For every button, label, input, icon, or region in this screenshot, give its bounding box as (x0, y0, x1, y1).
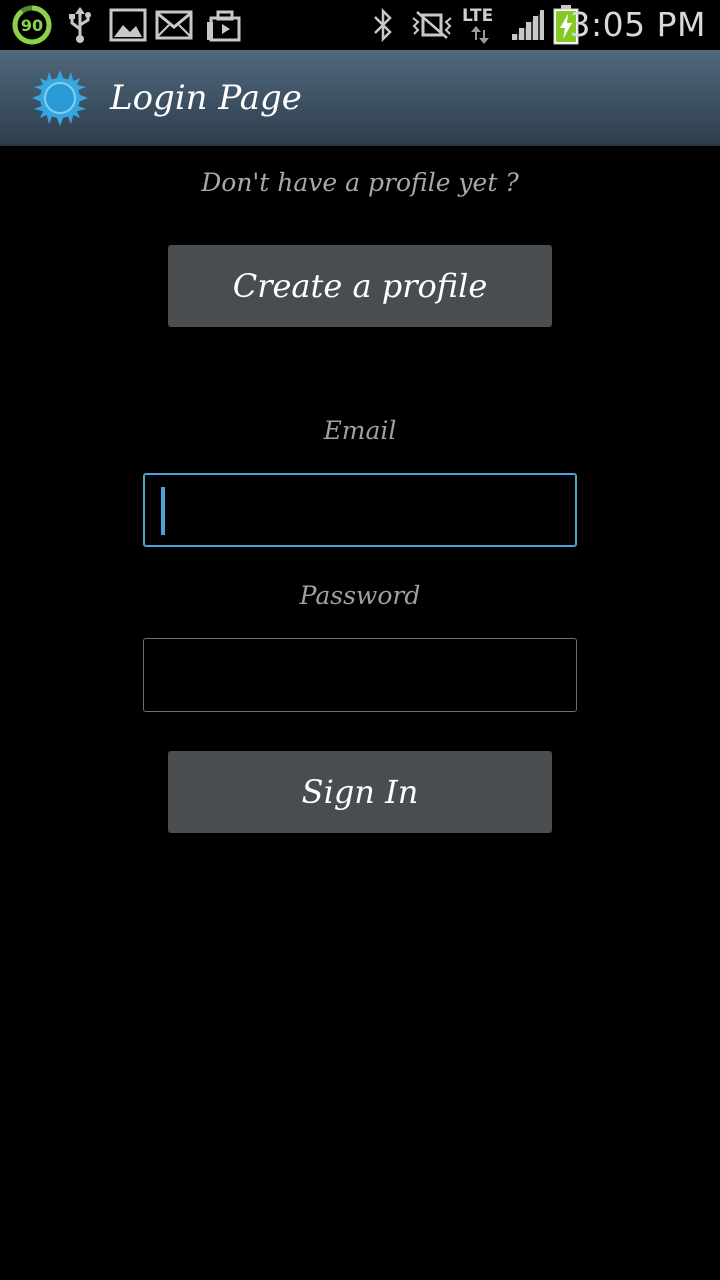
status-bar: 90 LTE 3:05 PM (0, 0, 720, 50)
status-time: 3:05 PM (569, 5, 706, 44)
email-field[interactable] (143, 473, 577, 547)
image-icon (108, 0, 148, 50)
create-profile-prompt: Don't have a profile yet ? (201, 168, 519, 197)
email-label: Email (323, 416, 397, 445)
page-title: Login Page (110, 78, 302, 118)
bluetooth-icon (368, 0, 398, 50)
action-bar: Login Page (0, 50, 720, 146)
svg-text:90: 90 (21, 16, 43, 35)
briefcase-icon (204, 0, 244, 50)
create-profile-button[interactable]: Create a profile (168, 245, 552, 327)
usb-icon (64, 0, 96, 50)
sun-icon[interactable] (32, 70, 88, 126)
password-label: Password (299, 581, 421, 610)
sign-in-button[interactable]: Sign In (168, 751, 552, 833)
network-type-label: LTE (462, 6, 494, 26)
battery-ring-icon: 90 (10, 0, 54, 50)
password-field[interactable] (143, 638, 577, 712)
signal-icon (508, 0, 548, 50)
vibrate-icon (410, 0, 454, 50)
mail-icon (154, 0, 194, 50)
text-cursor (161, 487, 165, 535)
